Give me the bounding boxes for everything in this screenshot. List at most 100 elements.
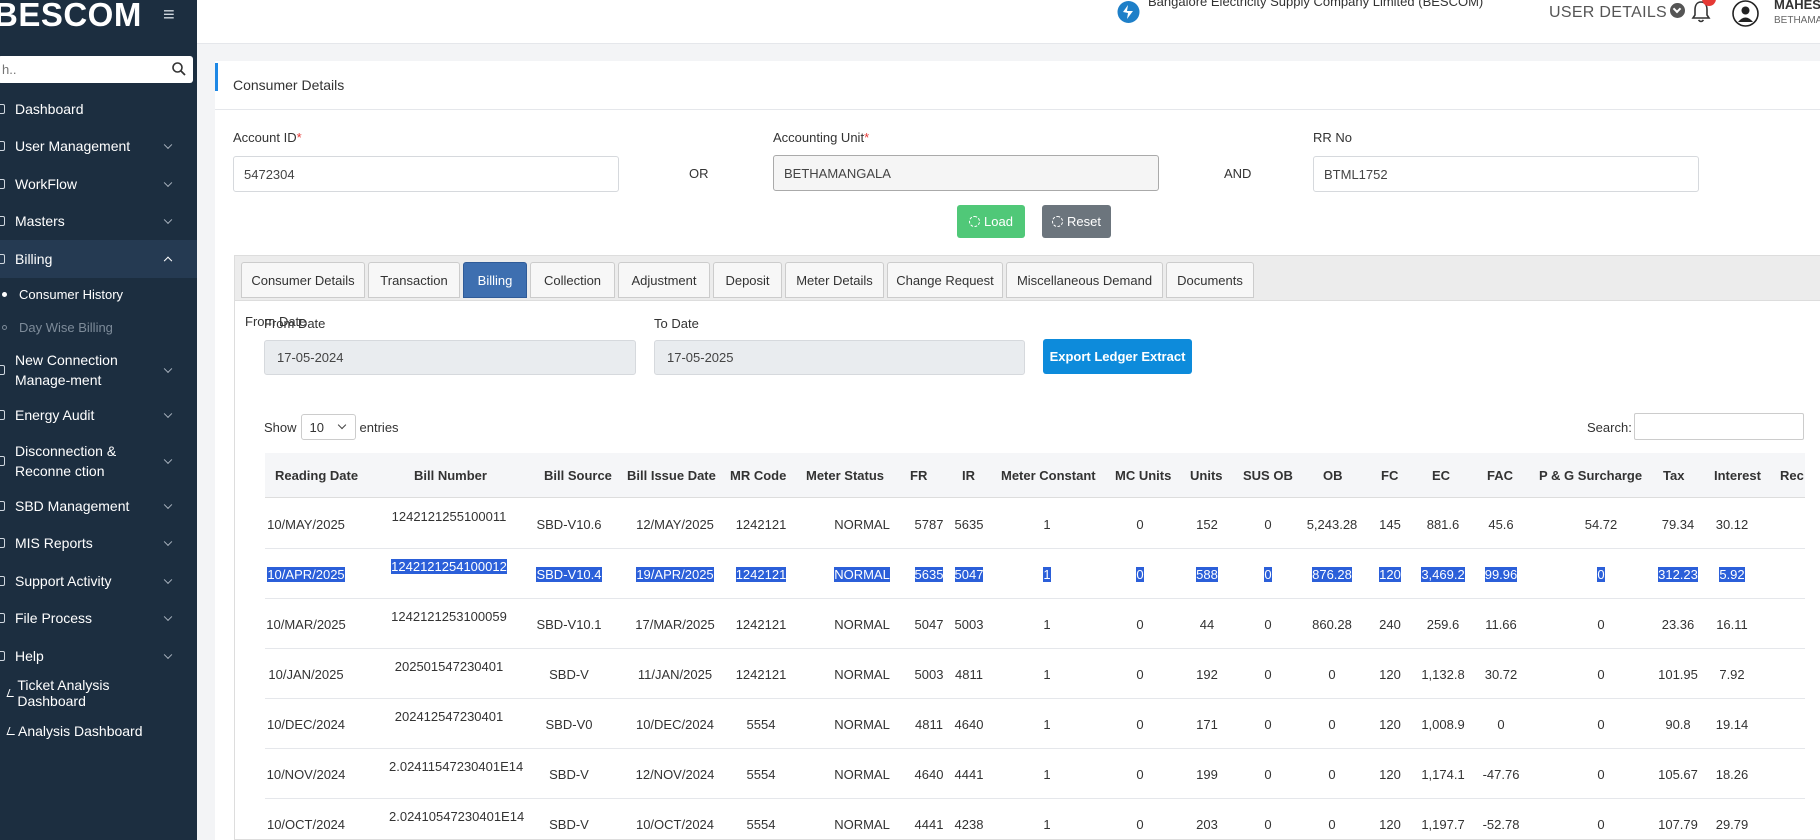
required-mark: * xyxy=(864,130,870,145)
sidebar-subitem-consumer-history[interactable]: Consumer History xyxy=(0,278,197,311)
col-units[interactable]: Units xyxy=(1190,468,1223,483)
load-button-label: Load xyxy=(984,214,1013,229)
cell-bill-number: 1242121254100012 xyxy=(391,559,507,574)
col-mc-units[interactable]: MC Units xyxy=(1115,468,1171,483)
col-bill-number[interactable]: Bill Number xyxy=(414,468,487,483)
to-date-input[interactable] xyxy=(654,340,1025,375)
billing-icon xyxy=(0,253,5,264)
sidebar-item-file-process[interactable]: File Process xyxy=(0,600,197,638)
search-icon[interactable] xyxy=(171,61,187,77)
chevron-down-icon xyxy=(163,537,173,547)
sidebar-item-label: Disconnection & Reconne ction xyxy=(15,442,117,479)
sidebar-item-sbd-management[interactable]: SBD Management xyxy=(0,487,197,525)
cell-bill-source: SBD-V0 xyxy=(545,717,593,732)
sidebar-item-help[interactable]: Help xyxy=(0,637,197,675)
sidebar-item-label: MIS Reports xyxy=(15,535,93,552)
sbd-icon xyxy=(0,500,5,511)
user-details-label: USER DETAILS xyxy=(1549,4,1667,21)
table-search-input[interactable] xyxy=(1634,413,1804,440)
col-interest[interactable]: Interest xyxy=(1714,468,1761,483)
user-avatar-icon[interactable] xyxy=(1732,0,1759,27)
tab-documents[interactable]: Documents xyxy=(1166,262,1254,298)
accounting-unit-label: Accounting Unit* xyxy=(773,130,869,145)
tab-collection[interactable]: Collection xyxy=(530,262,615,298)
col-mr-code[interactable]: MR Code xyxy=(730,468,786,483)
sidebar-item-analysis-dashboard[interactable]: Analysis Dashboard xyxy=(0,712,197,750)
spinner-icon xyxy=(969,216,981,227)
col-ir[interactable]: IR xyxy=(962,468,975,483)
tab-miscellaneous-demand[interactable]: Miscellaneous Demand xyxy=(1006,262,1163,298)
tab-meter-details[interactable]: Meter Details xyxy=(785,262,884,298)
top-header: Bangalore Electricity Supply Company Lim… xyxy=(197,0,1820,44)
sidebar-item-workflow[interactable]: WorkFlow xyxy=(0,165,197,203)
table-row[interactable]: 10/APR/2025 1242121254100012 SBD-V10.4 19/A… xyxy=(265,549,1805,599)
tab-change-request[interactable]: Change Request xyxy=(887,262,1003,298)
chevron-up-icon xyxy=(163,256,173,265)
sidebar-subitem-day-wise-billing[interactable]: Day Wise Billing xyxy=(0,311,197,344)
col-meter-status[interactable]: Meter Status xyxy=(806,468,884,483)
cell-bill-source: SBD-V xyxy=(549,767,589,782)
cell-reading-date: 10/JAN/2025 xyxy=(268,667,344,682)
entries-value: 10 xyxy=(309,419,324,435)
col-pg-surcharge[interactable]: P & G Surcharge xyxy=(1539,468,1642,483)
to-date-label: To Date xyxy=(654,316,699,331)
accounting-unit-select[interactable] xyxy=(773,155,1159,191)
table-row[interactable]: 10/MAY/2025 1242121255100011 SBD-V10.6 12/M… xyxy=(265,499,1805,549)
cell-bill-number: 1242121255100011 xyxy=(391,509,507,524)
sidebar-item-dashboard[interactable]: Dashboard xyxy=(0,90,197,128)
sidebar-search-input[interactable] xyxy=(0,56,158,83)
entries-select[interactable]: 10 xyxy=(300,414,356,440)
sidebar-item-label: Energy Audit xyxy=(15,407,95,424)
tab-transaction[interactable]: Transaction xyxy=(368,262,460,298)
reset-button-label: Reset xyxy=(1067,214,1101,229)
sidebar-item-support-activity[interactable]: Support Activity xyxy=(0,562,197,600)
tab-consumer-details[interactable]: Consumer Details xyxy=(241,262,365,298)
col-bill-source[interactable]: Bill Source xyxy=(544,468,612,483)
tab-adjustment[interactable]: Adjustment xyxy=(618,262,710,298)
from-date-input[interactable] xyxy=(264,340,636,375)
col-ec[interactable]: EC xyxy=(1432,468,1450,483)
col-tax[interactable]: Tax xyxy=(1663,468,1684,483)
tab-deposit[interactable]: Deposit xyxy=(713,262,782,298)
export-ledger-button[interactable]: Export Ledger Extract xyxy=(1043,339,1192,374)
col-reading-date[interactable]: Reading Date xyxy=(275,468,358,483)
chevron-down-icon xyxy=(163,612,173,622)
rr-no-input[interactable] xyxy=(1313,156,1699,192)
col-fc[interactable]: FC xyxy=(1381,468,1398,483)
sidebar-item-ticket-analysis[interactable]: Ticket Analysis Dashboard xyxy=(0,675,197,713)
sidebar-item-masters[interactable]: Masters xyxy=(0,203,197,241)
cell-bill-number: 2.02411547230401E14 xyxy=(389,759,524,774)
sidebar-item-new-connection[interactable]: New Connection Manage-ment xyxy=(0,344,197,397)
col-ob[interactable]: OB xyxy=(1323,468,1343,483)
col-sus-ob[interactable]: SUS OB xyxy=(1243,468,1293,483)
sidebar-item-mis-reports[interactable]: MIS Reports xyxy=(0,525,197,563)
col-meter-constant[interactable]: Meter Constant xyxy=(1001,468,1096,483)
chevron-down-icon xyxy=(163,140,173,150)
col-rec[interactable]: Rec xyxy=(1780,468,1804,483)
col-bill-issue-date[interactable]: Bill Issue Date xyxy=(627,468,716,483)
hamburger-menu-icon[interactable]: ≡ xyxy=(163,4,175,27)
account-id-input[interactable] xyxy=(233,156,619,192)
brand-logo-text[interactable]: BESCOM xyxy=(0,0,142,34)
col-fr[interactable]: FR xyxy=(910,468,927,483)
table-row[interactable]: 10/MAR/2025 1242121253100059 SBD-V10.1 17/M… xyxy=(265,599,1805,649)
load-button[interactable]: Load xyxy=(957,205,1025,238)
table-row[interactable]: 10/DEC/2024 202412547230401 SBD-V0 10/DEC/2… xyxy=(265,699,1805,749)
energy-audit-icon xyxy=(0,410,5,421)
sidebar-item-billing[interactable]: Billing xyxy=(0,240,197,278)
cell-interest: 30.12 xyxy=(1715,517,1749,532)
sidebar-item-disconnection[interactable]: Disconnection & Reconne ction xyxy=(0,434,197,487)
user-details-dropdown[interactable]: USER DETAILS xyxy=(1549,3,1685,22)
sidebar-item-label: Analysis Dashboard xyxy=(18,722,143,739)
sidebar-item-user-management[interactable]: User Management xyxy=(0,128,197,166)
cell-bill-source: SBD-V xyxy=(549,667,589,682)
dashboard-icon xyxy=(0,103,5,114)
col-fac[interactable]: FAC xyxy=(1487,468,1513,483)
table-row[interactable]: 10/NOV/2024 2.02411547230401E14 SBD-V 12/NO… xyxy=(265,749,1805,799)
tab-bar: Consumer Details Transaction Billing Col… xyxy=(235,256,1820,301)
table-row[interactable]: 10/OCT/2024 2.02410547230401E14 SBD-V 10/OC… xyxy=(265,799,1805,840)
tab-billing[interactable]: Billing xyxy=(463,262,527,298)
table-row[interactable]: 10/JAN/2025 202501547230401 SBD-V 11/JAN/20… xyxy=(265,649,1805,699)
sidebar-item-energy-audit[interactable]: Energy Audit xyxy=(0,397,197,435)
reset-button[interactable]: Reset xyxy=(1042,205,1111,238)
